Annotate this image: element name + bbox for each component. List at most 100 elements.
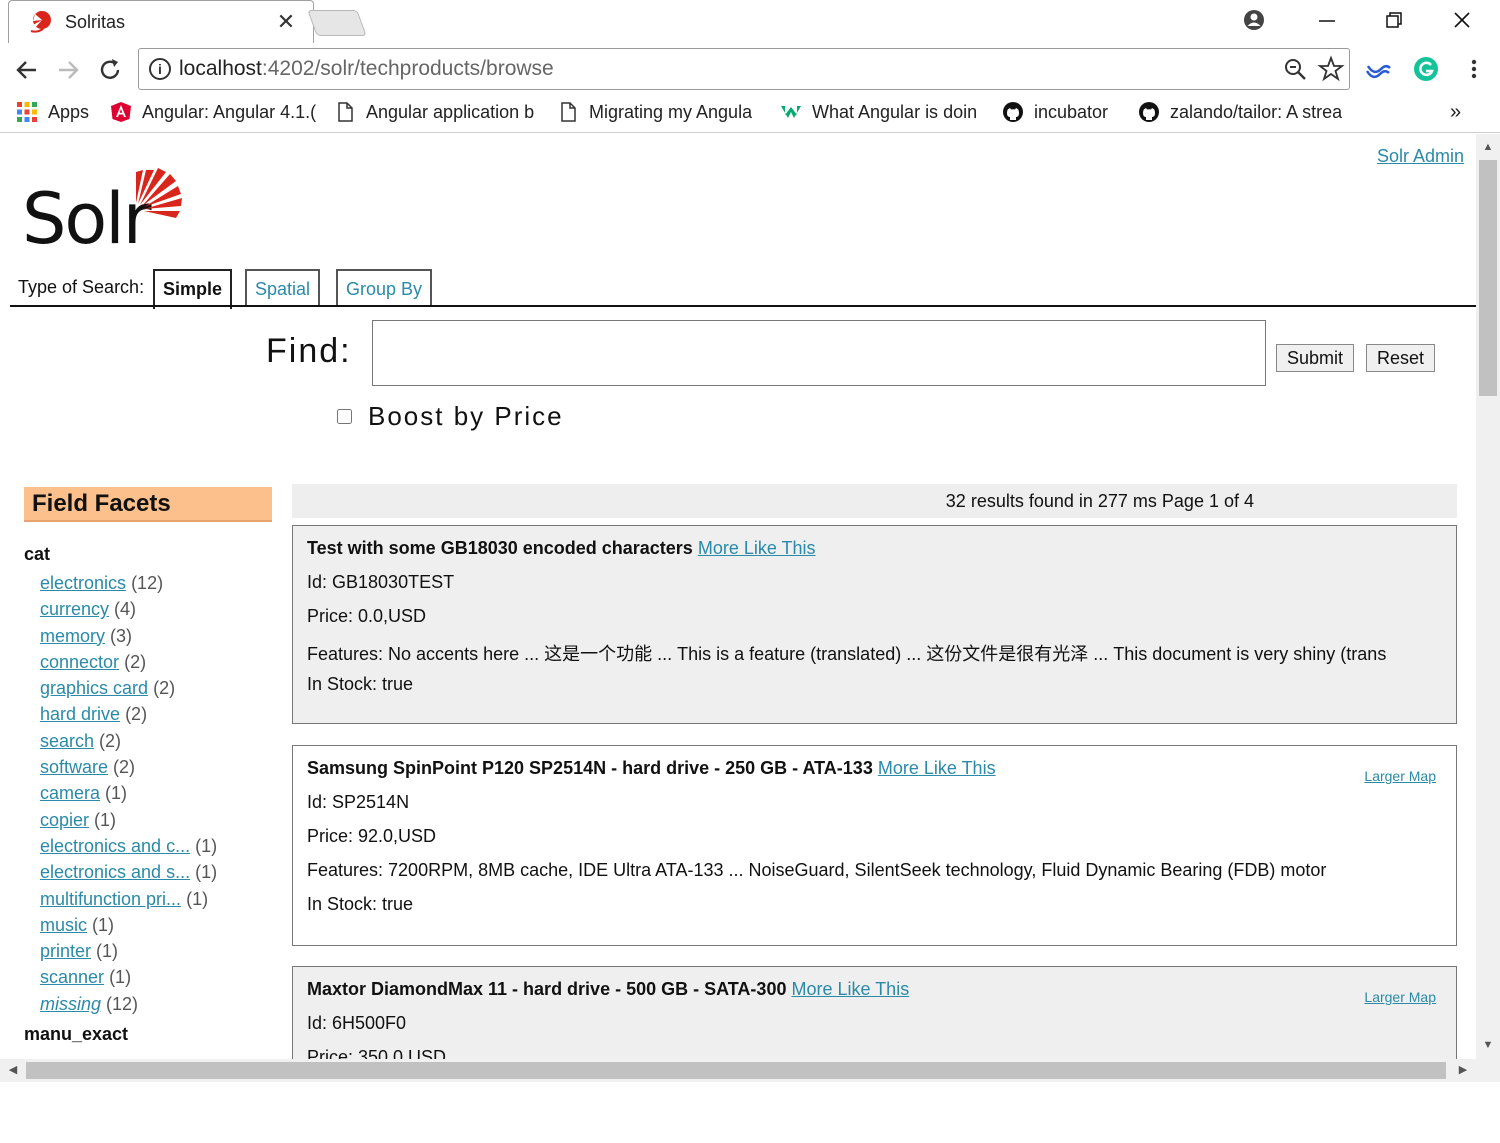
- results-summary: 32 results found in 277 ms Page 1 of 4: [292, 484, 1457, 518]
- address-bar[interactable]: i localhost:4202/solr/techproducts/brows…: [138, 48, 1350, 90]
- title-bar: Solritas ✕: [0, 0, 1500, 43]
- browser-tab[interactable]: Solritas ✕: [8, 0, 314, 43]
- browser-window: Solritas ✕ i localhost:4202/solr/techpro…: [0, 0, 1500, 1082]
- result-title: Maxtor DiamondMax 11 - hard drive - 500 …: [307, 979, 787, 999]
- vertical-scrollbar[interactable]: ▲ ▼: [1476, 134, 1500, 1059]
- facet-link[interactable]: music: [40, 915, 87, 935]
- result-card: Maxtor DiamondMax 11 - hard drive - 500 …: [292, 966, 1457, 1059]
- scroll-left-icon[interactable]: ◀: [2, 1059, 24, 1082]
- bookmark-zalando-tailor[interactable]: zalando/tailor: A strea: [1138, 101, 1346, 123]
- facet-link[interactable]: camera: [40, 783, 100, 803]
- facet-link[interactable]: missing: [40, 994, 101, 1014]
- facet-count: (2): [153, 678, 176, 699]
- tab-title: Solritas: [65, 11, 126, 32]
- facet-item: electronics and c... (1): [40, 836, 217, 862]
- zoom-icon[interactable]: [1281, 55, 1309, 83]
- tab-close-icon[interactable]: ✕: [273, 9, 299, 35]
- facet-item: search (2): [40, 731, 217, 757]
- result-in-stock: In Stock: true: [307, 674, 414, 694]
- facet-link[interactable]: electronics and c...: [40, 836, 190, 856]
- extension-wave-icon[interactable]: [1364, 55, 1392, 83]
- tab-group-by[interactable]: Group By: [336, 269, 433, 307]
- horizontal-scrollbar[interactable]: ◀ ▶: [0, 1059, 1476, 1082]
- result-card: Test with some GB18030 encoded character…: [292, 525, 1457, 724]
- more-like-this-link[interactable]: More Like This: [791, 979, 909, 999]
- bookmark-angular[interactable]: Angular: Angular 4.1.(: [110, 101, 316, 123]
- reload-icon[interactable]: [93, 53, 127, 87]
- facet-count: (4): [114, 599, 137, 620]
- tab-spatial[interactable]: Spatial: [245, 269, 321, 307]
- facet-count: (2): [124, 651, 147, 672]
- submit-button[interactable]: Submit: [1276, 344, 1355, 372]
- bookmark-migrating[interactable]: Migrating my Angula: [557, 101, 759, 123]
- facet-count: (1): [186, 888, 209, 909]
- facet-item: currency (4): [40, 599, 217, 625]
- larger-map-link[interactable]: Larger Map: [1364, 989, 1436, 1005]
- more-bookmarks-button[interactable]: »: [1450, 101, 1474, 124]
- facet-link[interactable]: copier: [40, 810, 89, 830]
- facet-item: hard drive (2): [40, 704, 217, 730]
- grammarly-icon[interactable]: [1412, 55, 1440, 83]
- tab-simple[interactable]: Simple: [153, 269, 233, 309]
- boost-by-price[interactable]: Boost by Price: [337, 401, 564, 432]
- profile-icon[interactable]: [1238, 4, 1270, 36]
- facet-item: graphics card (2): [40, 678, 217, 704]
- facet-link[interactable]: currency: [40, 599, 109, 619]
- facet-count: (2): [125, 704, 148, 725]
- vertical-scroll-thumb[interactable]: [1479, 160, 1497, 396]
- facet-link[interactable]: connector: [40, 652, 119, 672]
- facet-item: connector (2): [40, 652, 217, 678]
- reset-button[interactable]: Reset: [1366, 344, 1436, 372]
- facet-link[interactable]: software: [40, 757, 108, 777]
- scroll-down-icon[interactable]: ▼: [1476, 1034, 1500, 1056]
- site-info-icon[interactable]: i: [149, 58, 171, 80]
- back-icon[interactable]: [10, 53, 44, 87]
- horizontal-scroll-thumb[interactable]: [26, 1062, 1446, 1079]
- result-title-line: Samsung SpinPoint P120 SP2514N - hard dr…: [307, 758, 1442, 792]
- find-input[interactable]: [372, 320, 1266, 386]
- facet-link[interactable]: graphics card: [40, 678, 148, 698]
- larger-map-link[interactable]: Larger Map: [1364, 768, 1436, 784]
- url-text: localhost:4202/solr/techproducts/browse: [179, 57, 554, 80]
- page-icon: [561, 102, 576, 122]
- bookmark-star-icon[interactable]: [1317, 55, 1345, 83]
- result-in-stock: In Stock: true: [307, 894, 414, 914]
- github-icon: [1003, 102, 1023, 122]
- result-card: Samsung SpinPoint P120 SP2514N - hard dr…: [292, 745, 1457, 946]
- facet-item: camera (1): [40, 783, 217, 809]
- more-like-this-link[interactable]: More Like This: [698, 538, 816, 558]
- facet-link[interactable]: search: [40, 731, 94, 751]
- facet-item: memory (3): [40, 626, 217, 652]
- result-price: Price: 350.0,USD: [307, 1047, 447, 1059]
- bookmark-what-angular[interactable]: What Angular is doin: [780, 101, 982, 123]
- result-id: Id: SP2514N: [307, 792, 410, 812]
- bookmark-angular-application[interactable]: Angular application b: [334, 101, 540, 123]
- close-window-icon[interactable]: [1446, 4, 1478, 36]
- facet-link[interactable]: electronics and s...: [40, 862, 190, 882]
- new-tab-button[interactable]: [307, 10, 367, 36]
- find-label: Find:: [266, 332, 352, 370]
- menu-kebab-icon[interactable]: [1460, 55, 1488, 83]
- scroll-right-icon[interactable]: ▶: [1452, 1059, 1474, 1082]
- facet-link[interactable]: electronics: [40, 573, 126, 593]
- boost-by-price-checkbox[interactable]: [337, 409, 352, 424]
- facet-link[interactable]: hard drive: [40, 704, 120, 724]
- scroll-up-icon[interactable]: ▲: [1476, 136, 1500, 158]
- restore-icon[interactable]: [1378, 4, 1410, 36]
- bookmark-apps[interactable]: Apps: [16, 101, 96, 123]
- facet-link[interactable]: memory: [40, 626, 105, 646]
- bookmark-incubator[interactable]: incubator: [1002, 101, 1122, 123]
- boost-by-price-label: Boost by Price: [368, 401, 564, 431]
- more-like-this-link[interactable]: More Like This: [878, 758, 996, 778]
- result-title: Samsung SpinPoint P120 SP2514N - hard dr…: [307, 758, 873, 778]
- result-price: Price: 0.0,USD: [307, 606, 427, 626]
- result-price: Price: 92.0,USD: [307, 826, 437, 846]
- forward-icon[interactable]: [51, 53, 85, 87]
- facet-link[interactable]: printer: [40, 941, 91, 961]
- facet-link[interactable]: multifunction pri...: [40, 889, 181, 909]
- facet-count: (12): [131, 573, 164, 593]
- minimize-icon[interactable]: [1311, 4, 1343, 36]
- facet-link[interactable]: scanner: [40, 967, 104, 987]
- facet-count: (1): [109, 967, 132, 988]
- solr-admin-link[interactable]: Solr Admin: [1377, 146, 1464, 167]
